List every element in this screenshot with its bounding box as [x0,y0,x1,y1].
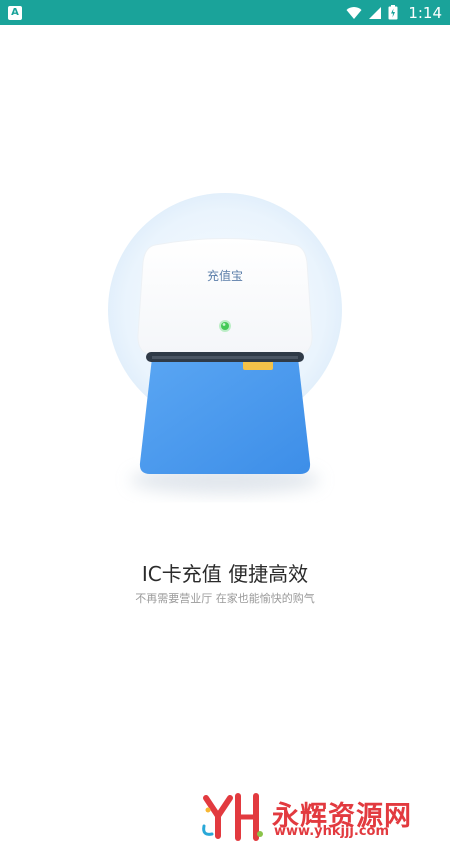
feature-headline: IC卡充值 便捷高效 [141,562,309,586]
card-chip [243,355,273,370]
feature-subline: 不再需要营业厅 在家也能愉快的购气 [135,592,315,605]
illustration-background-circle [108,193,342,427]
app-notification-icon: A [8,5,22,20]
card-reader-illustration [108,193,342,494]
watermark-url: www.yhkjjj.com [274,824,390,839]
watermark: 永辉资源网 www.yhkjjj.com [200,790,440,845]
yh-logo-icon [202,793,263,841]
status-time: 1:14 [408,3,442,22]
ic-card [139,358,311,474]
device-label: 充值宝 [206,269,243,283]
wifi-icon [346,6,362,19]
status-indicators: 1:14 [346,4,442,22]
card-reader-device [137,238,313,356]
status-bar: A 1:14 [0,0,450,25]
cell-signal-icon [369,6,382,19]
battery-icon [388,5,398,20]
card-slot [146,352,304,362]
indicator-light [219,320,231,332]
